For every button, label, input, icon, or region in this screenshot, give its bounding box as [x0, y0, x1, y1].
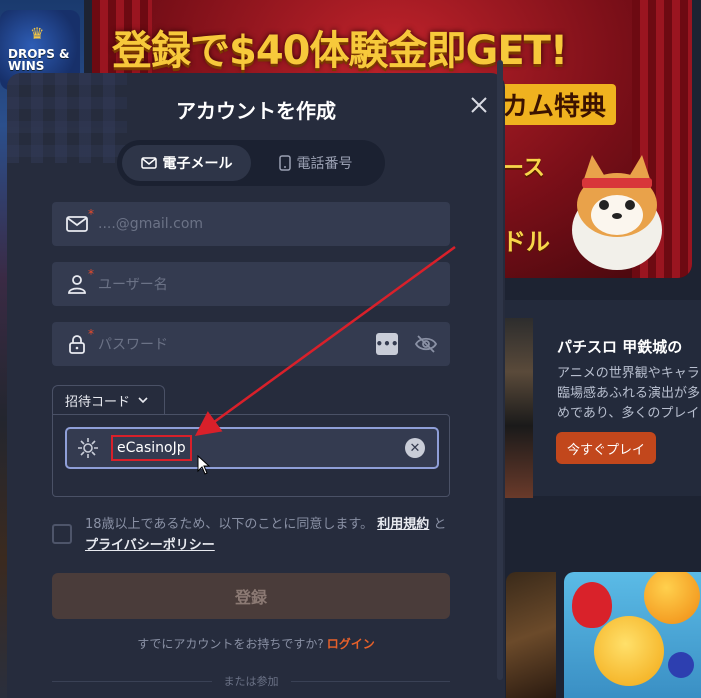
game-description: アニメの世界観やキャラ 臨場感あふれる演出が多 めであり、多くのプレイ [557, 366, 701, 421]
fruit-game-tile[interactable] [564, 572, 701, 698]
user-icon [68, 275, 86, 294]
strawberry-image [572, 582, 612, 628]
invite-code-input[interactable]: eCasinoJp ✕ [65, 427, 439, 469]
invite-code-toggle[interactable]: 招待コード [52, 385, 165, 415]
lock-icon [69, 335, 85, 354]
crown-icon: ♛ [30, 24, 45, 43]
banner-side-text: ース [502, 156, 545, 181]
tab-email[interactable]: 電子メール [122, 145, 251, 181]
mail-icon [66, 216, 88, 232]
invite-code-panel: eCasinoJp ✕ [52, 414, 450, 497]
mail-icon [140, 157, 157, 169]
login-prompt-row: すでにアカウントをお持ちですか? ログイン [7, 635, 505, 652]
password-field-icon-wrap: * [64, 327, 94, 357]
mouse-cursor-icon [197, 455, 211, 475]
shiba-dog-mascot [572, 155, 662, 270]
tab-phone-label: 電話番号 [296, 156, 353, 172]
email-field-icon-wrap: * [64, 207, 94, 237]
password-placeholder: パスワード [98, 337, 168, 353]
orange-image [644, 572, 700, 624]
phone-icon [278, 155, 291, 171]
close-icon [471, 97, 487, 113]
agreement-conjunction: と [433, 517, 447, 532]
username-field-icon-wrap: * [64, 267, 94, 297]
required-asterisk: * [88, 267, 94, 281]
agreement-checkbox[interactable] [52, 524, 72, 544]
play-now-button[interactable]: 今すぐプレイ [556, 432, 656, 464]
modal-title: アカウントを作成 [176, 99, 336, 123]
password-field[interactable]: * パスワード ••• [52, 322, 450, 366]
blueberry-image [668, 652, 694, 678]
slot-machine-image [505, 318, 533, 498]
or-divider: または参加 [52, 673, 450, 689]
required-asterisk: * [88, 327, 94, 341]
username-placeholder: ユーザー名 [98, 277, 168, 293]
banner-side-text-2: ドル [502, 228, 550, 256]
email-placeholder: ....@gmail.com [98, 216, 204, 232]
agreement-text: 18歳以上であるため、以下のことに同意します。 利用規約 と プライバシーポリシ… [85, 514, 460, 556]
login-link[interactable]: ログイン [327, 637, 375, 651]
create-account-modal: アカウントを作成 電子メール 電話番号 * ....@gmail.com * ユ… [7, 73, 505, 698]
page-scrollbar[interactable] [497, 60, 503, 680]
terms-link[interactable]: 利用規約 [377, 517, 429, 532]
close-button[interactable] [466, 92, 492, 118]
game-title: パチスロ 甲鉄城の [557, 338, 683, 356]
chevron-down-icon [138, 397, 148, 404]
drops-and-wins-text: DROPS & WINS [8, 47, 70, 73]
divider-line-right [290, 680, 450, 682]
login-prompt-text: すでにアカウントをお持ちですか? [137, 637, 324, 651]
invite-code-value: eCasinoJp [111, 435, 192, 461]
game-tile[interactable] [506, 572, 556, 698]
agreement-text-before: 18歳以上であるため、以下のことに同意します。 [85, 517, 374, 532]
signup-method-tabs: 電子メール 電話番号 [117, 140, 385, 186]
divider-line-left [52, 680, 212, 682]
peach-image [594, 616, 664, 686]
gift-sparkle-icon [78, 438, 98, 458]
clear-icon[interactable]: ✕ [405, 438, 425, 458]
username-field[interactable]: * ユーザー名 [52, 262, 450, 306]
privacy-policy-link[interactable]: プライバシーポリシー [85, 538, 215, 553]
password-manager-icon[interactable]: ••• [376, 333, 399, 355]
register-button[interactable]: 登録 [52, 573, 450, 619]
banner-headline: 登録で$40体験金即GET! [112, 28, 568, 74]
email-field[interactable]: * ....@gmail.com [52, 202, 450, 246]
tab-email-label: 電子メール [162, 156, 233, 172]
required-asterisk: * [88, 207, 94, 221]
or-join-text: または参加 [223, 675, 279, 688]
tab-phone[interactable]: 電話番号 [251, 145, 380, 181]
eye-slash-icon[interactable] [414, 332, 438, 356]
invite-code-label: 招待コード [65, 395, 131, 410]
banner-subtitle: カム特典 [492, 84, 617, 125]
